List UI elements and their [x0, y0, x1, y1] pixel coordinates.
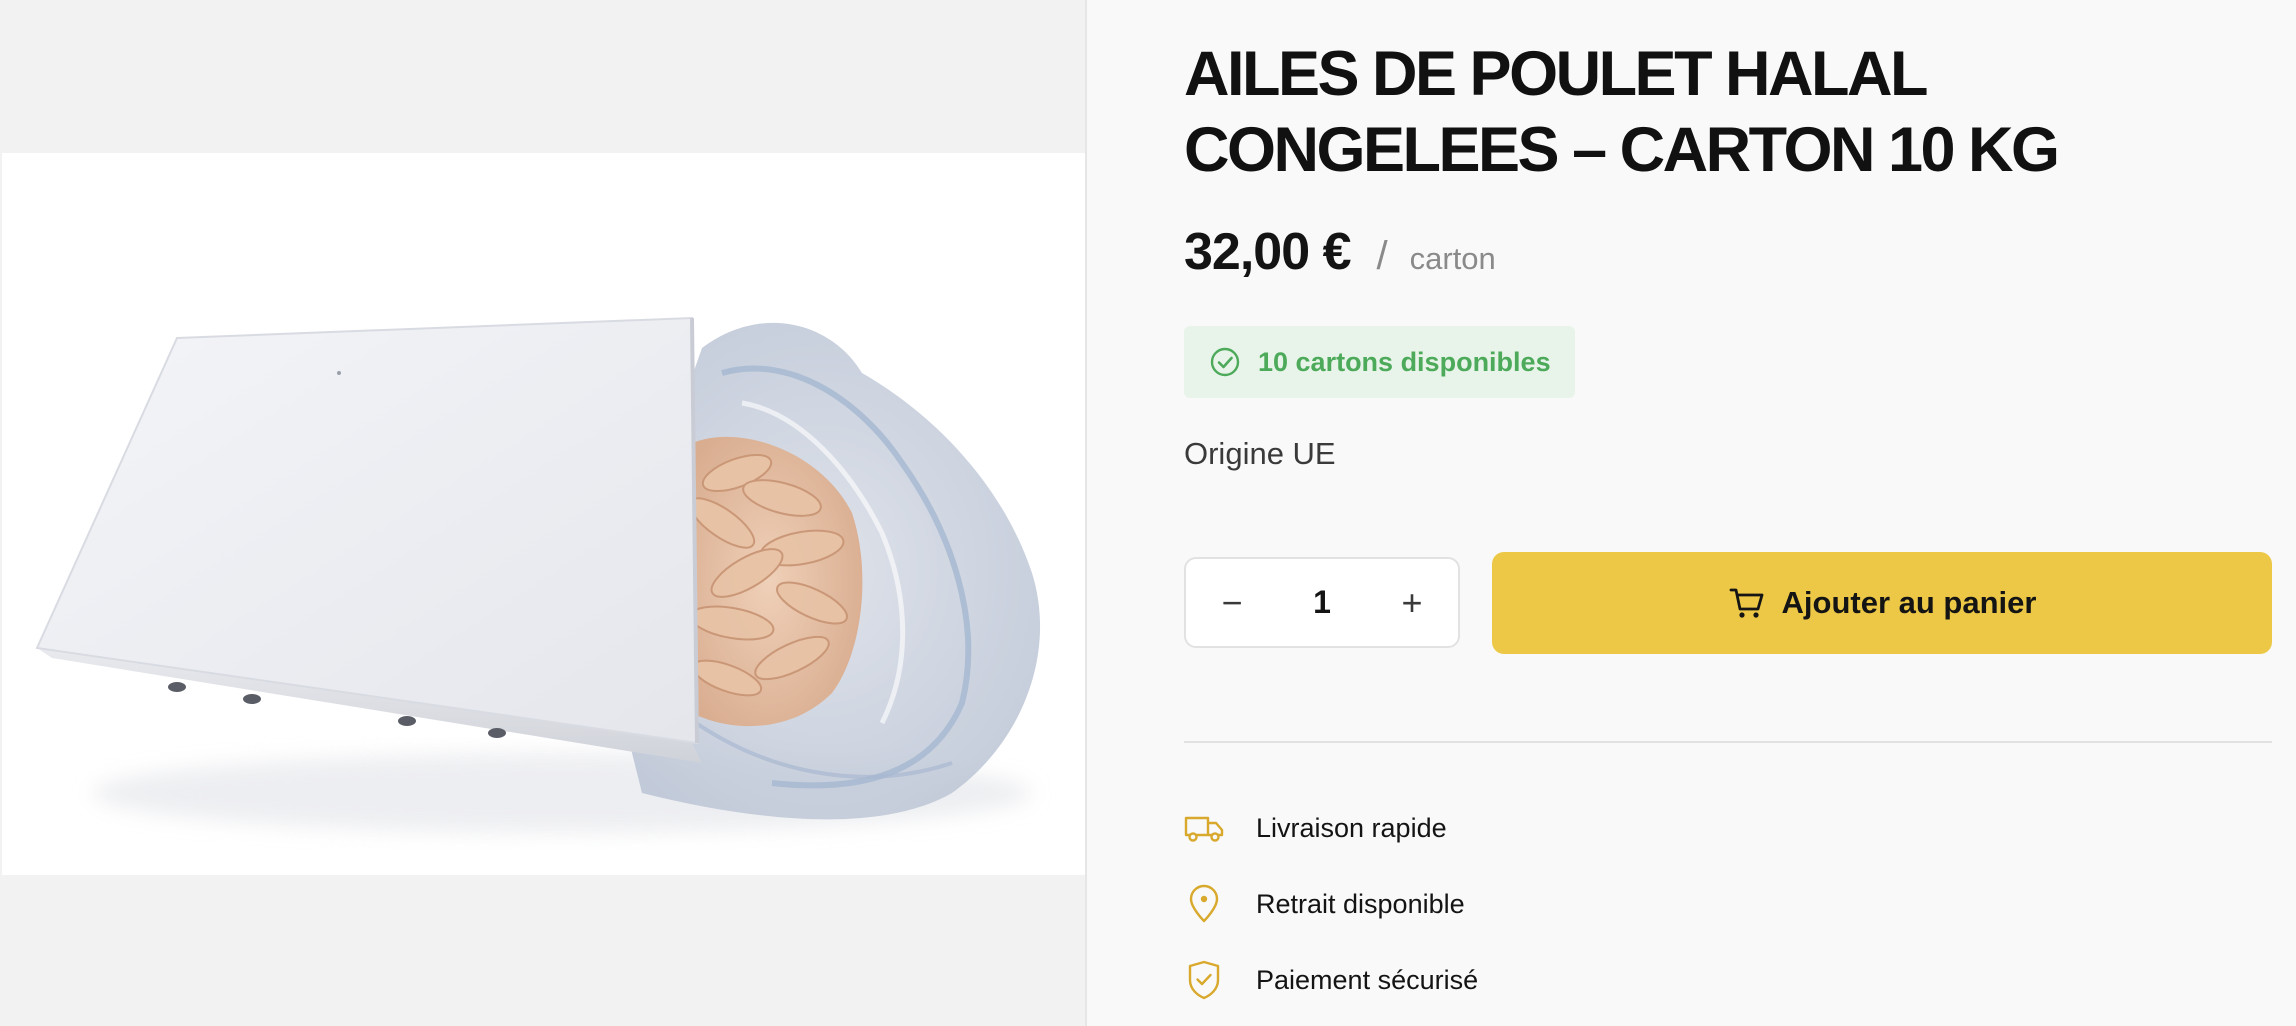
stock-text: 10 cartons disponibles: [1258, 346, 1551, 377]
price-unit: carton: [1409, 241, 1496, 276]
feature-item: Livraison rapide: [1184, 790, 2184, 866]
feature-label: Retrait disponible: [1256, 888, 1465, 919]
product-page: AILES DE POULET HALAL CONGELEES – CARTON…: [0, 0, 2296, 1026]
product-price: 32,00 €: [1184, 223, 1351, 281]
shield-check-icon: [1184, 960, 1224, 1000]
price-row: 32,00 € / carton: [1184, 222, 1496, 292]
product-origin: Origine UE: [1184, 436, 1336, 471]
price-separator: /: [1376, 234, 1388, 278]
location-pin-icon: [1184, 884, 1224, 924]
feature-list: Livraison rapide Retrait disponible Paie…: [1184, 790, 2184, 1018]
check-circle-icon: [1208, 345, 1242, 379]
plus-icon: +: [1401, 581, 1423, 623]
quantity-stepper: − +: [1184, 557, 1460, 648]
add-to-cart-label: Ajouter au panier: [1781, 585, 2037, 620]
quantity-decrement-button[interactable]: −: [1186, 559, 1278, 647]
cart-icon: [1728, 584, 1766, 622]
add-to-cart-button[interactable]: Ajouter au panier: [1492, 552, 2272, 654]
truck-icon: [1184, 808, 1224, 848]
divider: [1184, 741, 2272, 743]
minus-icon: −: [1221, 581, 1243, 623]
stock-badge: 10 cartons disponibles: [1184, 326, 1575, 398]
feature-item: Retrait disponible: [1184, 866, 2184, 942]
product-image[interactable]: [2, 153, 1085, 875]
feature-label: Paiement sécurisé: [1256, 964, 1479, 995]
feature-label: Livraison rapide: [1256, 812, 1447, 843]
product-details: AILES DE POULET HALAL CONGELEES – CARTON…: [1184, 0, 2272, 1026]
product-gallery: [0, 0, 1087, 1026]
quantity-input[interactable]: [1278, 583, 1366, 622]
quantity-increment-button[interactable]: +: [1366, 559, 1458, 647]
feature-item: Paiement sécurisé: [1184, 942, 2184, 1018]
product-title: AILES DE POULET HALAL CONGELEES – CARTON…: [1184, 39, 2060, 185]
